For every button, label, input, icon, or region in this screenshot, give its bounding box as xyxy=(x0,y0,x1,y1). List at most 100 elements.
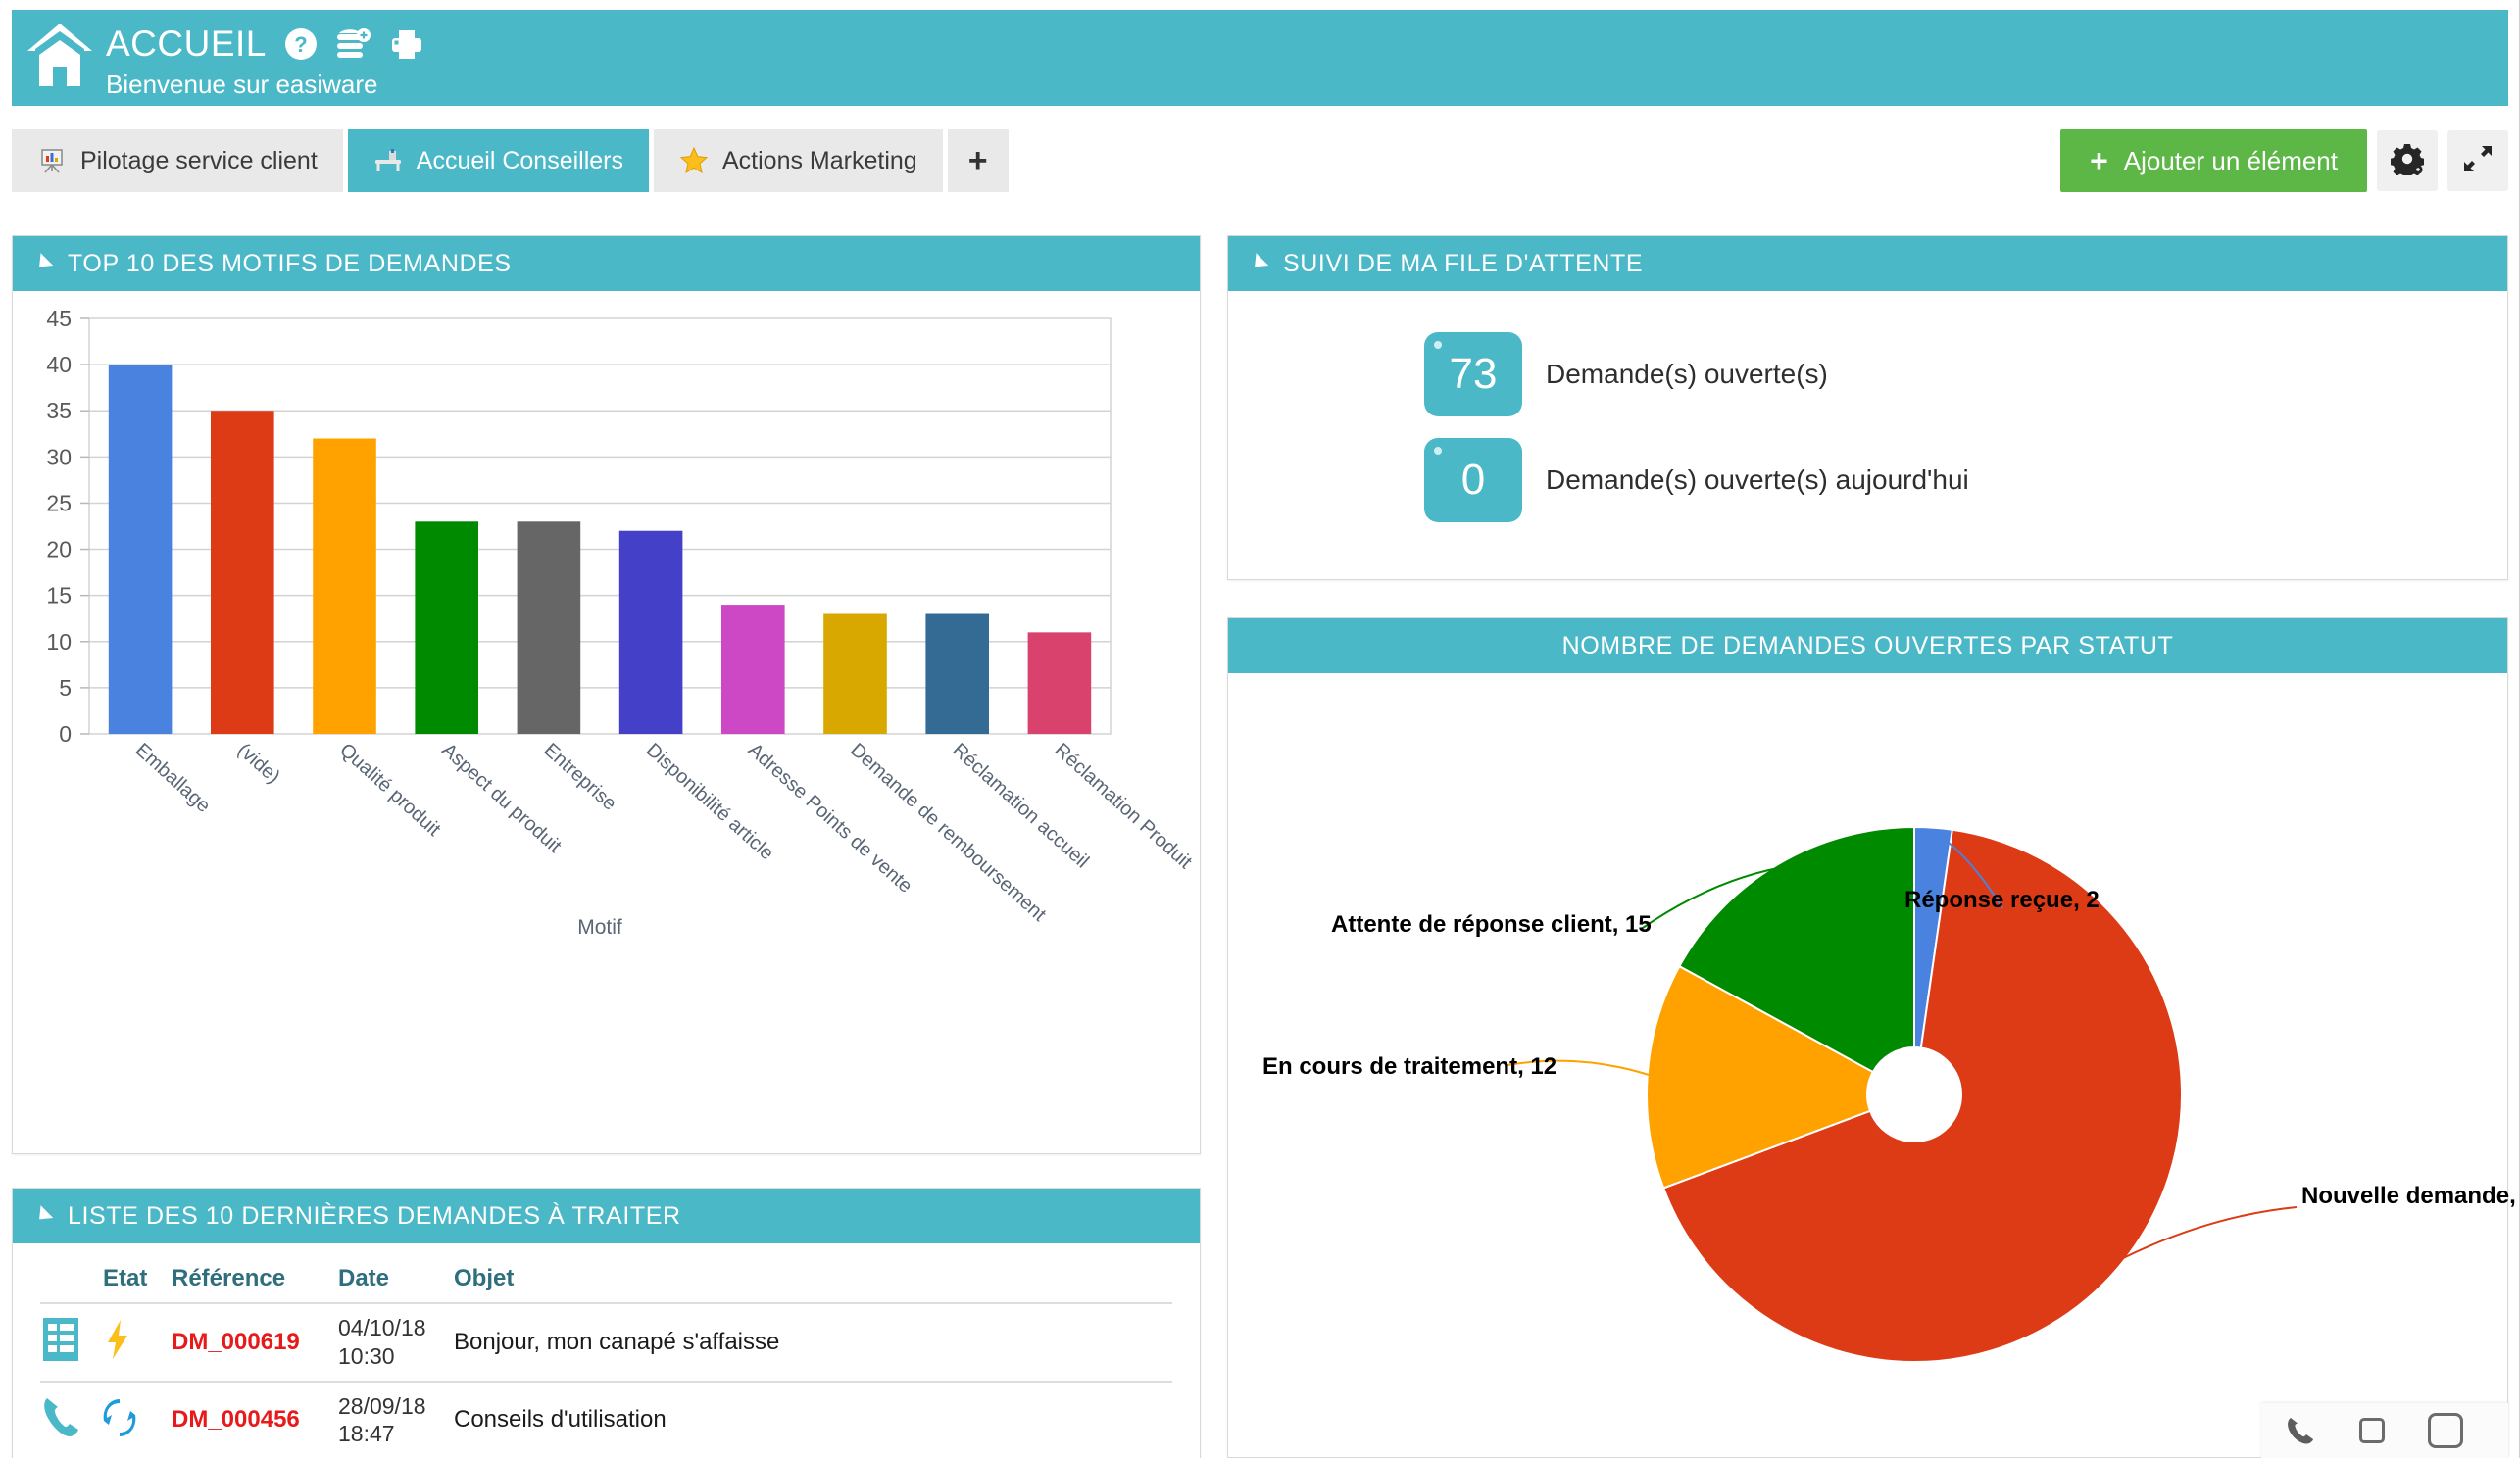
tab-pilotage-service-client[interactable]: Pilotage service client xyxy=(12,129,343,192)
add-record-icon[interactable] xyxy=(335,27,372,61)
settings-button[interactable] xyxy=(2377,130,2438,191)
maximize-window-icon[interactable] xyxy=(2428,1413,2463,1448)
print-icon[interactable] xyxy=(390,27,423,61)
header-text-block: ACCUEIL ? Bienvenue sur easiware xyxy=(106,10,423,97)
donut-label-nouvelle-demande: Nouvelle demande, 59 xyxy=(2301,1183,2520,1209)
object-cell: Bonjour, mon canapé s'affaisse xyxy=(454,1302,1172,1382)
bar[interactable] xyxy=(1027,632,1092,734)
tab-actions-marketing[interactable]: Actions Marketing xyxy=(654,129,943,192)
collapse-caret-icon[interactable] xyxy=(32,252,54,273)
state-cell xyxy=(103,1380,172,1458)
y-tick-label: 15 xyxy=(46,583,72,608)
tab-label: Pilotage service client xyxy=(80,146,318,174)
column-date: Date xyxy=(338,1265,390,1291)
bar[interactable] xyxy=(415,521,479,734)
reference-cell[interactable]: DM_000619 xyxy=(172,1302,338,1382)
expand-arrows-icon xyxy=(2462,143,2494,179)
y-tick-label: 35 xyxy=(46,398,72,423)
date-cell: 04/10/18 10:30 xyxy=(338,1302,454,1382)
x-tick-label: Emballage xyxy=(131,739,215,817)
panel-header-queue[interactable]: SUIVI DE MA FILE D'ATTENTE xyxy=(1228,236,2507,291)
time-value: 18:47 xyxy=(338,1421,395,1447)
bar[interactable] xyxy=(517,521,581,734)
reference-cell[interactable]: DM_000456 xyxy=(172,1380,338,1458)
collapse-caret-icon[interactable] xyxy=(1248,252,1269,273)
panel-header-top10[interactable]: TOP 10 DES MOTIFS DE DEMANDES xyxy=(13,236,1200,291)
y-tick-label: 30 xyxy=(46,444,72,469)
panel-title: SUIVI DE MA FILE D'ATTENTE xyxy=(1283,249,1644,277)
y-tick-label: 20 xyxy=(46,537,72,562)
add-element-button[interactable]: + Ajouter un élément xyxy=(2060,129,2367,192)
donut-label-en-cours-de-traitement: En cours de traitement, 12 xyxy=(1262,1053,1557,1080)
object-text: Conseils d'utilisation xyxy=(454,1406,667,1434)
tab-bar: Pilotage service client Accueil Conseill… xyxy=(12,129,2508,192)
svg-text:?: ? xyxy=(294,32,307,57)
panel-title: TOP 10 DES MOTIFS DE DEMANDES xyxy=(68,249,512,277)
panel-title: LISTE DES 10 DERNIÈRES DEMANDES À TRAITE… xyxy=(68,1201,681,1230)
bar[interactable] xyxy=(313,438,376,734)
donut-chart-demandes-par-statut: Réponse reçue, 2 Nouvelle demande, 59 En… xyxy=(1228,673,2520,1457)
desk-icon xyxy=(373,146,403,175)
kpi-label: Demande(s) ouverte(s) xyxy=(1546,359,1828,389)
table-header-row: Etat Référence Date Objet xyxy=(40,1265,1172,1303)
bar[interactable] xyxy=(823,613,887,734)
reference-link[interactable]: DM_000456 xyxy=(172,1406,300,1433)
tab-list: Pilotage service client Accueil Conseill… xyxy=(12,129,1009,192)
y-tick-label: 45 xyxy=(46,306,72,331)
bar[interactable] xyxy=(720,605,785,734)
column-channel xyxy=(40,1265,103,1303)
date-cell: 28/09/18 18:47 xyxy=(338,1380,454,1458)
kpi-open-requests-today: 0 Demande(s) ouverte(s) aujourd'hui xyxy=(1424,438,2507,522)
bar[interactable] xyxy=(108,364,173,734)
column-reference: Référence xyxy=(172,1265,286,1291)
donut-label-reponse-recue: Réponse reçue, 2 xyxy=(1904,887,2100,913)
reference-link[interactable]: DM_000619 xyxy=(172,1329,300,1355)
collapse-caret-icon[interactable] xyxy=(32,1204,54,1226)
bar-chart-top-10-motifs: 0 5 10 15 20 25 30 35 40 45 Emballage (vide) Qualité… xyxy=(13,291,1200,1153)
lightning-icon xyxy=(103,1320,132,1365)
home-icon[interactable] xyxy=(12,10,106,104)
bar[interactable] xyxy=(925,613,990,734)
footer-toolbar xyxy=(2261,1403,2508,1458)
panel-title: NOMBRE DE DEMANDES OUVERTES PAR STATUT xyxy=(1561,631,2174,659)
state-cell xyxy=(103,1302,172,1382)
phone-icon[interactable] xyxy=(2285,1415,2316,1446)
form-icon xyxy=(40,1318,81,1367)
date-value: 28/09/18 xyxy=(338,1392,426,1419)
refresh-icon xyxy=(103,1398,136,1442)
gear-icon xyxy=(2390,142,2425,180)
panel-header-status[interactable]: NOMBRE DE DEMANDES OUVERTES PAR STATUT xyxy=(1228,618,2507,673)
bar[interactable] xyxy=(618,530,683,734)
kpi-value[interactable]: 73 xyxy=(1424,332,1522,416)
bar[interactable] xyxy=(210,411,274,734)
x-tick-label: Adresse Points de vente xyxy=(744,739,916,897)
column-etat: Etat xyxy=(103,1265,148,1291)
object-text: Bonjour, mon canapé s'affaisse xyxy=(454,1328,780,1355)
restore-window-icon[interactable] xyxy=(2359,1418,2385,1443)
fullscreen-button[interactable] xyxy=(2447,130,2508,191)
y-tick-label: 5 xyxy=(59,675,72,701)
dashboard-page: ACCUEIL ? Bienvenue sur easiware Pilotag… xyxy=(0,0,2520,1458)
kpi-open-requests: 73 Demande(s) ouverte(s) xyxy=(1424,332,2507,416)
page-title: ACCUEIL xyxy=(106,24,267,64)
table-row[interactable]: DM_000619 04/10/18 10:30 Bonjour, mon ca… xyxy=(40,1302,1172,1382)
add-tab-button[interactable]: + xyxy=(947,129,1009,192)
panel-top-10-motifs: TOP 10 DES MOTIFS DE DEMANDES 0 5 10 15 20 25… xyxy=(12,235,1201,1154)
toolbar-actions: + Ajouter un élément xyxy=(2060,129,2508,192)
chart-easel-icon xyxy=(37,146,67,175)
header-subtitle: Bienvenue sur easiware xyxy=(106,70,378,99)
y-tick-label: 40 xyxy=(46,352,72,377)
help-icon[interactable]: ? xyxy=(284,27,318,61)
donut-label-attente-reponse-client: Attente de réponse client, 15 xyxy=(1331,911,1652,938)
kpi-value[interactable]: 0 xyxy=(1424,438,1522,522)
column-objet: Objet xyxy=(454,1265,515,1291)
tab-accueil-conseillers[interactable]: Accueil Conseillers xyxy=(347,129,649,192)
y-tick-label: 25 xyxy=(46,490,72,515)
star-icon xyxy=(679,146,709,175)
requests-table-wrapper: Etat Référence Date Objet DM_000619 04/1… xyxy=(13,1243,1200,1458)
x-tick-label: Entreprise xyxy=(540,739,620,814)
x-tick-label: Qualité produit xyxy=(335,739,445,841)
table-row[interactable]: DM_000456 28/09/18 18:47 Conseils d'util… xyxy=(40,1380,1172,1458)
panel-liste-dernieres-demandes: LISTE DES 10 DERNIÈRES DEMANDES À TRAITE… xyxy=(12,1188,1201,1458)
panel-header-list[interactable]: LISTE DES 10 DERNIÈRES DEMANDES À TRAITE… xyxy=(13,1189,1200,1243)
